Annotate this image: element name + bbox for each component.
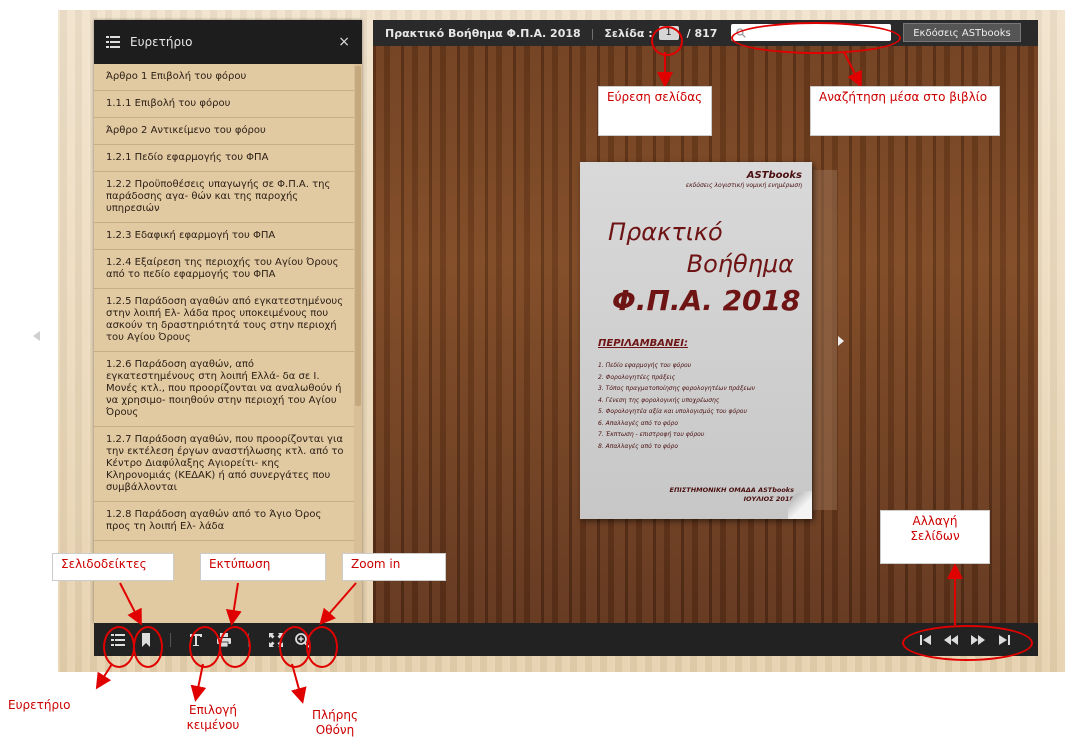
cover-includes-item: 8. Απαλλαγές από το φόρο <box>598 442 679 450</box>
index-list-item[interactable]: 1.2.2 Προϋποθέσεις υπαγωγής σε Φ.Π.Α. τη… <box>94 172 354 223</box>
publisher-button[interactable]: Εκδόσεις ASTbooks <box>903 23 1021 42</box>
print-icon <box>217 633 231 647</box>
collapse-arrow[interactable] <box>33 331 40 341</box>
callout-bookmarks: Σελιδοδείκτες <box>52 553 174 581</box>
first-page-icon <box>920 635 931 645</box>
bottom-toolbar <box>94 623 1038 656</box>
index-panel: Ευρετήριο × Άρθρο 1 Επιβολή του φόρου 1.1… <box>94 20 362 623</box>
index-scrollbar[interactable] <box>354 64 362 623</box>
cover-subtitle: εκδόσεις λογιστική νομική ενημέρωση <box>685 182 802 189</box>
cover-includes-item: 7. Έκπτωση - επιστροφή του φόρου <box>598 431 705 438</box>
label-full-screen: Πλήρης Οθόνη <box>312 708 358 737</box>
list-icon <box>106 36 120 48</box>
book-page-edge <box>813 170 837 510</box>
cover-includes-item: 1. Πεδίο εφαρμογής του φόρου <box>598 362 692 369</box>
cover-date: ΙΟΥΛΙΟΣ 2018 <box>743 495 794 503</box>
bookmark-icon <box>142 633 150 647</box>
previous-page-icon <box>944 635 958 645</box>
last-page-icon <box>999 635 1010 645</box>
fullscreen-button[interactable] <box>266 630 286 650</box>
cover-brand: ASTbooks <box>746 170 802 181</box>
search-icon <box>736 27 746 38</box>
cover-includes-heading: ΠΕΡΙΛΑΜΒΑΝΕΙ: <box>598 338 688 349</box>
first-page-button[interactable] <box>918 633 934 647</box>
cover-title-line1: Πρακτικό <box>608 218 723 246</box>
index-list-item[interactable]: 1.2.1 Πεδίο εφαρμογής του ΦΠΑ <box>94 145 354 172</box>
toolbar-separator: | <box>590 26 595 40</box>
index-scrollbar-thumb[interactable] <box>355 66 361 406</box>
index-list-item[interactable]: Άρθρο 2 Αντικείμενο του φόρου <box>94 118 354 145</box>
viewer-toolbar: Πρακτικό Βοήθημα Φ.Π.Α. 2018 | Σελίδα : … <box>373 20 1038 46</box>
next-page-button[interactable] <box>970 633 986 647</box>
zoom-in-icon <box>294 632 310 648</box>
cover-includes-item: 3. Τόπος πραγματοποίησης φορολογητέων πρ… <box>598 385 755 392</box>
list-icon <box>111 634 125 646</box>
index-list-item[interactable]: 1.1.1 Επιβολή του φόρου <box>94 91 354 118</box>
callout-search-in-book: Αναζήτηση μέσα στο βιβλίο <box>810 86 1000 136</box>
next-page-arrow[interactable] <box>838 336 844 346</box>
toolbar-divider <box>248 633 249 647</box>
fullscreen-icon <box>269 633 283 647</box>
page-total: / 817 <box>686 26 718 40</box>
close-icon[interactable]: × <box>338 34 350 50</box>
text-select-icon <box>190 634 202 646</box>
index-list-item[interactable]: 1.2.7 Παράδοση αγαθών, που προορίζονται … <box>94 427 354 502</box>
callout-change-pages: Αλλαγή Σελίδων <box>880 510 990 564</box>
page-label: Σελίδα : <box>604 26 653 40</box>
callout-zoom-in: Zoom in <box>342 553 446 581</box>
cover-includes-item: 2. Φορολογητέες πράξεις <box>598 373 676 381</box>
index-list: Άρθρο 1 Επιβολή του φόρου 1.1.1 Επιβολή τ… <box>94 64 362 623</box>
index-list-item[interactable]: 1.2.6 Παράδοση αγαθών, από εγκατεστημένο… <box>94 352 354 427</box>
index-list-item[interactable]: 1.2.3 Εδαφική εφαρμογή του ΦΠΑ <box>94 223 354 250</box>
cover-includes-list: 1. Πεδίο εφαρμογής του φόρου 2. Φορολογητ… <box>598 360 755 452</box>
search-input[interactable] <box>731 24 891 41</box>
cover-includes-item: 6. Απαλλαγές από το φόρο <box>598 419 679 427</box>
page-number-input[interactable]: 1 <box>658 26 679 40</box>
index-list-item[interactable]: 1.2.8 Παράδοση αγαθών από το Άγιο Όρος π… <box>94 502 354 541</box>
label-select-text: Επιλογή κειμένου <box>186 703 240 732</box>
index-button[interactable] <box>108 630 128 650</box>
toolbar-divider <box>170 633 171 647</box>
previous-page-button[interactable] <box>943 633 959 647</box>
cover-title-line2: Βοήθημα <box>686 250 794 278</box>
label-index: Ευρετήριο <box>8 698 71 712</box>
book-cover[interactable]: ASTbooks εκδόσεις λογιστική νομική ενημέ… <box>580 162 812 519</box>
index-panel-header: Ευρετήριο × <box>94 20 362 64</box>
callout-find-page: Εύρεση σελίδας <box>598 86 712 136</box>
callout-print: Εκτύπωση <box>200 553 326 581</box>
cover-title-line3: Φ.Π.Α. 2018 <box>612 284 801 317</box>
bookmarks-button[interactable] <box>136 630 156 650</box>
index-list-item[interactable]: 1.2.4 Εξαίρεση της περιοχής του Αγίου Όρ… <box>94 250 354 289</box>
last-page-button[interactable] <box>996 633 1012 647</box>
select-text-button[interactable] <box>186 630 206 650</box>
index-list-item[interactable]: 1.2.5 Παράδοση αγαθών από εγκατεστημένου… <box>94 289 354 352</box>
cover-author: ΕΠΙΣΤΗΜΟΝΙΚΗ ΟΜΑΔΑ ASTbooks <box>669 486 794 494</box>
book-title: Πρακτικό Βοήθημα Φ.Π.Α. 2018 <box>385 26 581 40</box>
cover-includes-item: 5. Φορολογητέα αξία και υπολογισμός του … <box>598 408 747 415</box>
next-page-icon <box>971 635 985 645</box>
cover-includes-item: 4. Γένεση της φορολογικής υποχρέωσης <box>598 396 720 404</box>
zoom-in-button[interactable] <box>292 630 312 650</box>
index-list-item[interactable]: Άρθρο 1 Επιβολή του φόρου <box>94 64 354 91</box>
print-button[interactable] <box>214 630 234 650</box>
index-panel-title: Ευρετήριο <box>130 35 193 49</box>
